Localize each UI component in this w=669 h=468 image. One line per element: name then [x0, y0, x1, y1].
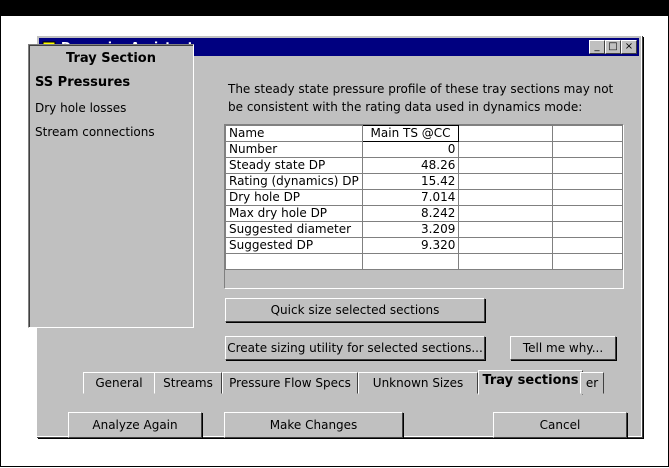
table-cell-empty	[552, 189, 623, 206]
tell-me-why-button[interactable]: Tell me why...	[510, 336, 616, 360]
table-cell-empty	[458, 157, 554, 174]
left-nav-panel: Tray Section SS Pressures Dry hole losse…	[28, 44, 194, 328]
table-cell-empty	[552, 237, 623, 254]
create-sizing-utility-button-label: Create sizing utility for selected secti…	[227, 341, 483, 355]
table-cell-empty	[552, 221, 623, 238]
minimize-button[interactable]: _	[589, 40, 605, 54]
table-cell-value[interactable]	[361, 253, 460, 270]
table-cell-label: Number	[225, 141, 363, 158]
description-text: The steady state pressure profile of the…	[228, 82, 614, 114]
table-cell-column-header[interactable]: Main TS @CC	[361, 125, 460, 142]
table-header-row: Name Main TS @CC	[225, 125, 623, 142]
table-cell-empty	[552, 205, 623, 222]
table-cell-label: Rating (dynamics) DP	[225, 173, 363, 190]
table-cell-value[interactable]: 15.42	[361, 173, 460, 190]
table-cell-label: Suggested DP	[225, 237, 363, 254]
background-top-bar	[0, 0, 669, 16]
nav-item-dry-hole-losses[interactable]: Dry hole losses	[35, 101, 126, 115]
pressure-table: Name Main TS @CC Number 0 Steady state D…	[224, 124, 624, 289]
close-button[interactable]: ×	[621, 40, 637, 54]
quick-size-button[interactable]: Quick size selected sections	[225, 298, 485, 322]
table-cell-label: Name	[225, 125, 363, 142]
tab-streams[interactable]: Streams	[154, 372, 222, 394]
table-cell-empty	[458, 141, 554, 158]
tab-partial[interactable]: er	[580, 372, 604, 394]
table-cell-empty	[458, 125, 554, 142]
make-changes-button-label: Make Changes	[269, 418, 358, 432]
table-cell-value[interactable]: 3.209	[361, 221, 460, 238]
table-cell-label: Suggested diameter	[225, 221, 363, 238]
maximize-button[interactable]: □	[605, 40, 621, 54]
analyze-again-button-label: Analyze Again	[92, 418, 178, 432]
table-cell-empty	[458, 253, 554, 270]
table-cell-empty	[458, 221, 554, 238]
table-cell-label: Max dry hole DP	[225, 205, 363, 222]
table-cell-empty	[458, 205, 554, 222]
tab-pressure-flow-specs[interactable]: Pressure Flow Specs	[222, 372, 358, 394]
table-row	[225, 253, 623, 270]
table-cell-value[interactable]: 48.26	[361, 157, 460, 174]
table-row: Suggested diameter 3.209	[225, 221, 623, 238]
table-cell-empty	[458, 173, 554, 190]
table-row: Steady state DP 48.26	[225, 157, 623, 174]
table-cell-value[interactable]: 0	[361, 141, 460, 158]
table-row: Number 0	[225, 141, 623, 158]
table-cell-empty	[458, 237, 554, 254]
table-row: Max dry hole DP 8.242	[225, 205, 623, 222]
quick-size-button-label: Quick size selected sections	[270, 303, 440, 317]
make-changes-button[interactable]: Make Changes	[224, 412, 403, 438]
create-sizing-utility-button[interactable]: Create sizing utility for selected secti…	[225, 336, 485, 360]
cancel-button[interactable]: Cancel	[493, 412, 627, 438]
table-cell-empty	[458, 189, 554, 206]
tell-me-why-button-label: Tell me why...	[522, 341, 604, 355]
table-cell-label: Dry hole DP	[225, 189, 363, 206]
tab-general[interactable]: General	[83, 372, 155, 394]
cancel-button-label: Cancel	[539, 418, 581, 432]
analyze-again-button[interactable]: Analyze Again	[68, 412, 202, 438]
left-panel-heading: Tray Section	[66, 51, 156, 66]
nav-item-ss-pressures[interactable]: SS Pressures	[35, 75, 130, 90]
table-cell-empty	[552, 253, 623, 270]
table-cell-empty	[552, 173, 623, 190]
table-row: Dry hole DP 7.014	[225, 189, 623, 206]
table-cell-label	[225, 253, 363, 270]
nav-item-stream-connections[interactable]: Stream connections	[35, 125, 155, 139]
tab-unknown-sizes[interactable]: Unknown Sizes	[358, 372, 478, 394]
tab-tray-sections[interactable]: Tray sections	[478, 370, 583, 395]
table-cell-value[interactable]: 7.014	[361, 189, 460, 206]
table-row: Rating (dynamics) DP 15.42	[225, 173, 623, 190]
table-cell-empty	[552, 157, 623, 174]
table-cell-empty	[552, 141, 623, 158]
table-cell-empty	[552, 125, 623, 142]
table-cell-value[interactable]: 8.242	[361, 205, 460, 222]
table-row: Suggested DP 9.320	[225, 237, 623, 254]
table-cell-value[interactable]: 9.320	[361, 237, 460, 254]
table-cell-label: Steady state DP	[225, 157, 363, 174]
